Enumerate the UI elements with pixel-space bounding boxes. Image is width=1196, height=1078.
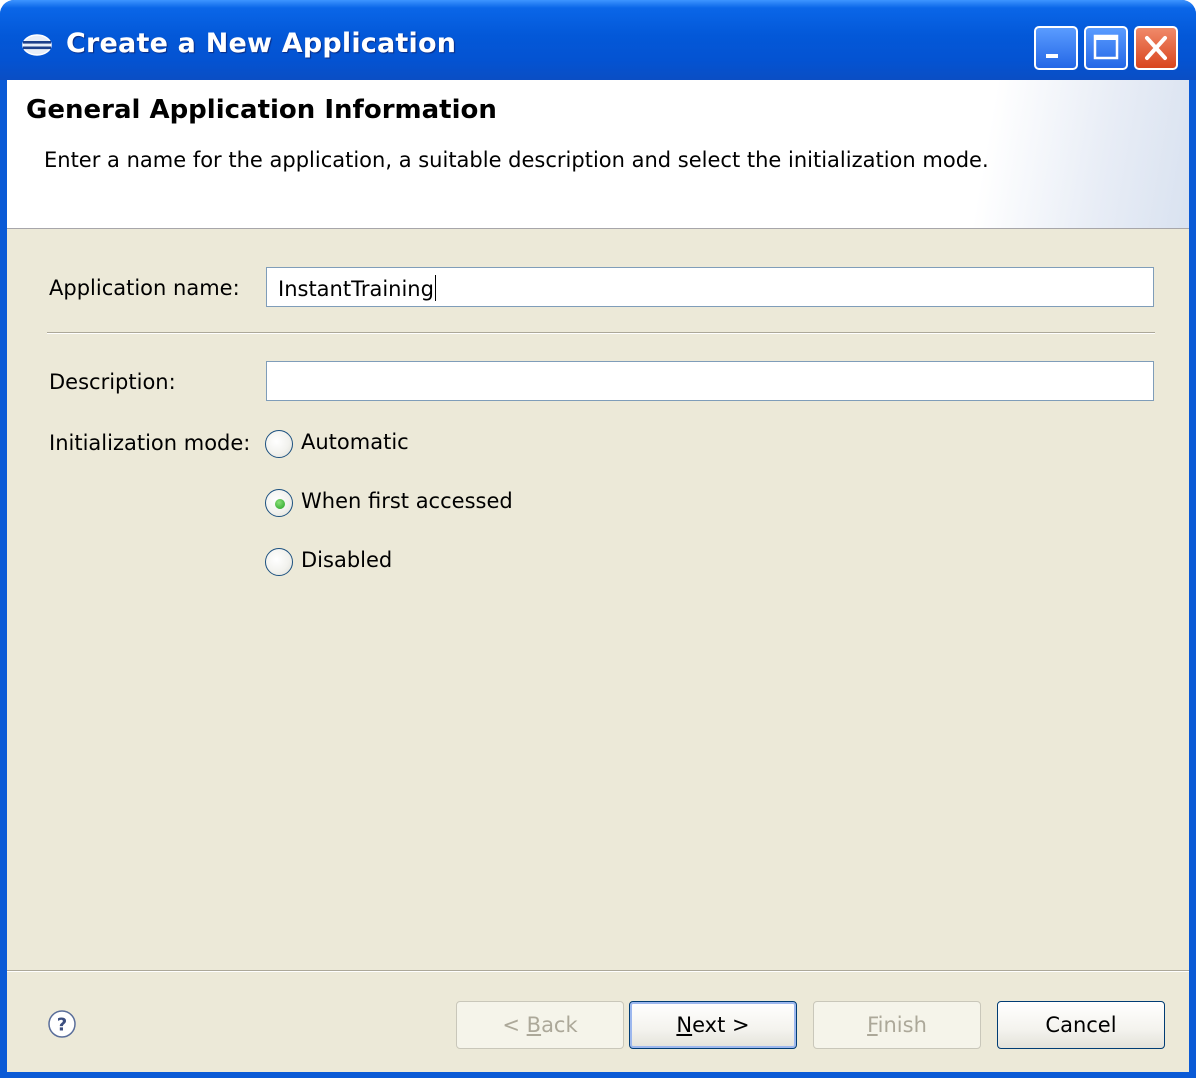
back-button[interactable]: < Back — [456, 1001, 624, 1049]
cancel-button[interactable]: Cancel — [997, 1001, 1165, 1049]
finish-button-mnemonic: F — [867, 1013, 878, 1037]
close-button[interactable] — [1134, 26, 1178, 70]
radio-selected-dot — [275, 499, 285, 509]
radio-label: When first accessed — [301, 489, 513, 513]
dialog-window: Create a New Application General Applica… — [0, 0, 1196, 1078]
page-title: General Application Information — [26, 95, 497, 125]
svg-text:?: ? — [57, 1015, 67, 1036]
radio-circle — [265, 548, 293, 576]
application-name-label: Application name: — [49, 276, 240, 300]
wizard-header: General Application Information Enter a … — [7, 80, 1189, 229]
next-button-label: ext > — [692, 1013, 750, 1037]
close-icon — [1145, 36, 1167, 60]
application-globe-icon — [22, 34, 52, 56]
name-separator — [47, 332, 1155, 334]
dialog-content: General Application Information Enter a … — [7, 80, 1189, 1072]
description-label: Description: — [49, 370, 176, 394]
radio-label: Automatic — [301, 430, 409, 454]
description-input[interactable] — [266, 361, 1154, 401]
next-button[interactable]: Next > — [629, 1001, 797, 1049]
application-name-input[interactable]: InstantTraining — [266, 267, 1154, 307]
minimize-icon — [1046, 54, 1058, 58]
finish-button[interactable]: Finish — [813, 1001, 981, 1049]
finish-button-label: inish — [877, 1013, 927, 1037]
application-name-value: InstantTraining — [278, 275, 436, 301]
next-button-mnemonic: N — [676, 1013, 693, 1037]
back-button-label: ack — [541, 1013, 578, 1037]
minimize-button[interactable] — [1034, 26, 1078, 70]
page-description: Enter a name for the application, a suit… — [44, 148, 989, 172]
back-button-prefix: < — [502, 1013, 527, 1037]
radio-label: Disabled — [301, 548, 393, 572]
radio-circle — [265, 489, 293, 517]
radio-circle — [265, 430, 293, 458]
footer-separator — [7, 970, 1189, 972]
window-title: Create a New Application — [66, 28, 457, 59]
text-caret — [434, 275, 436, 301]
maximize-icon — [1093, 34, 1119, 60]
maximize-button[interactable] — [1084, 26, 1128, 70]
help-icon[interactable]: ? — [47, 1009, 77, 1039]
back-button-mnemonic: B — [526, 1013, 542, 1037]
title-bar[interactable]: Create a New Application — [0, 0, 1196, 80]
initialization-mode-label: Initialization mode: — [49, 431, 251, 455]
